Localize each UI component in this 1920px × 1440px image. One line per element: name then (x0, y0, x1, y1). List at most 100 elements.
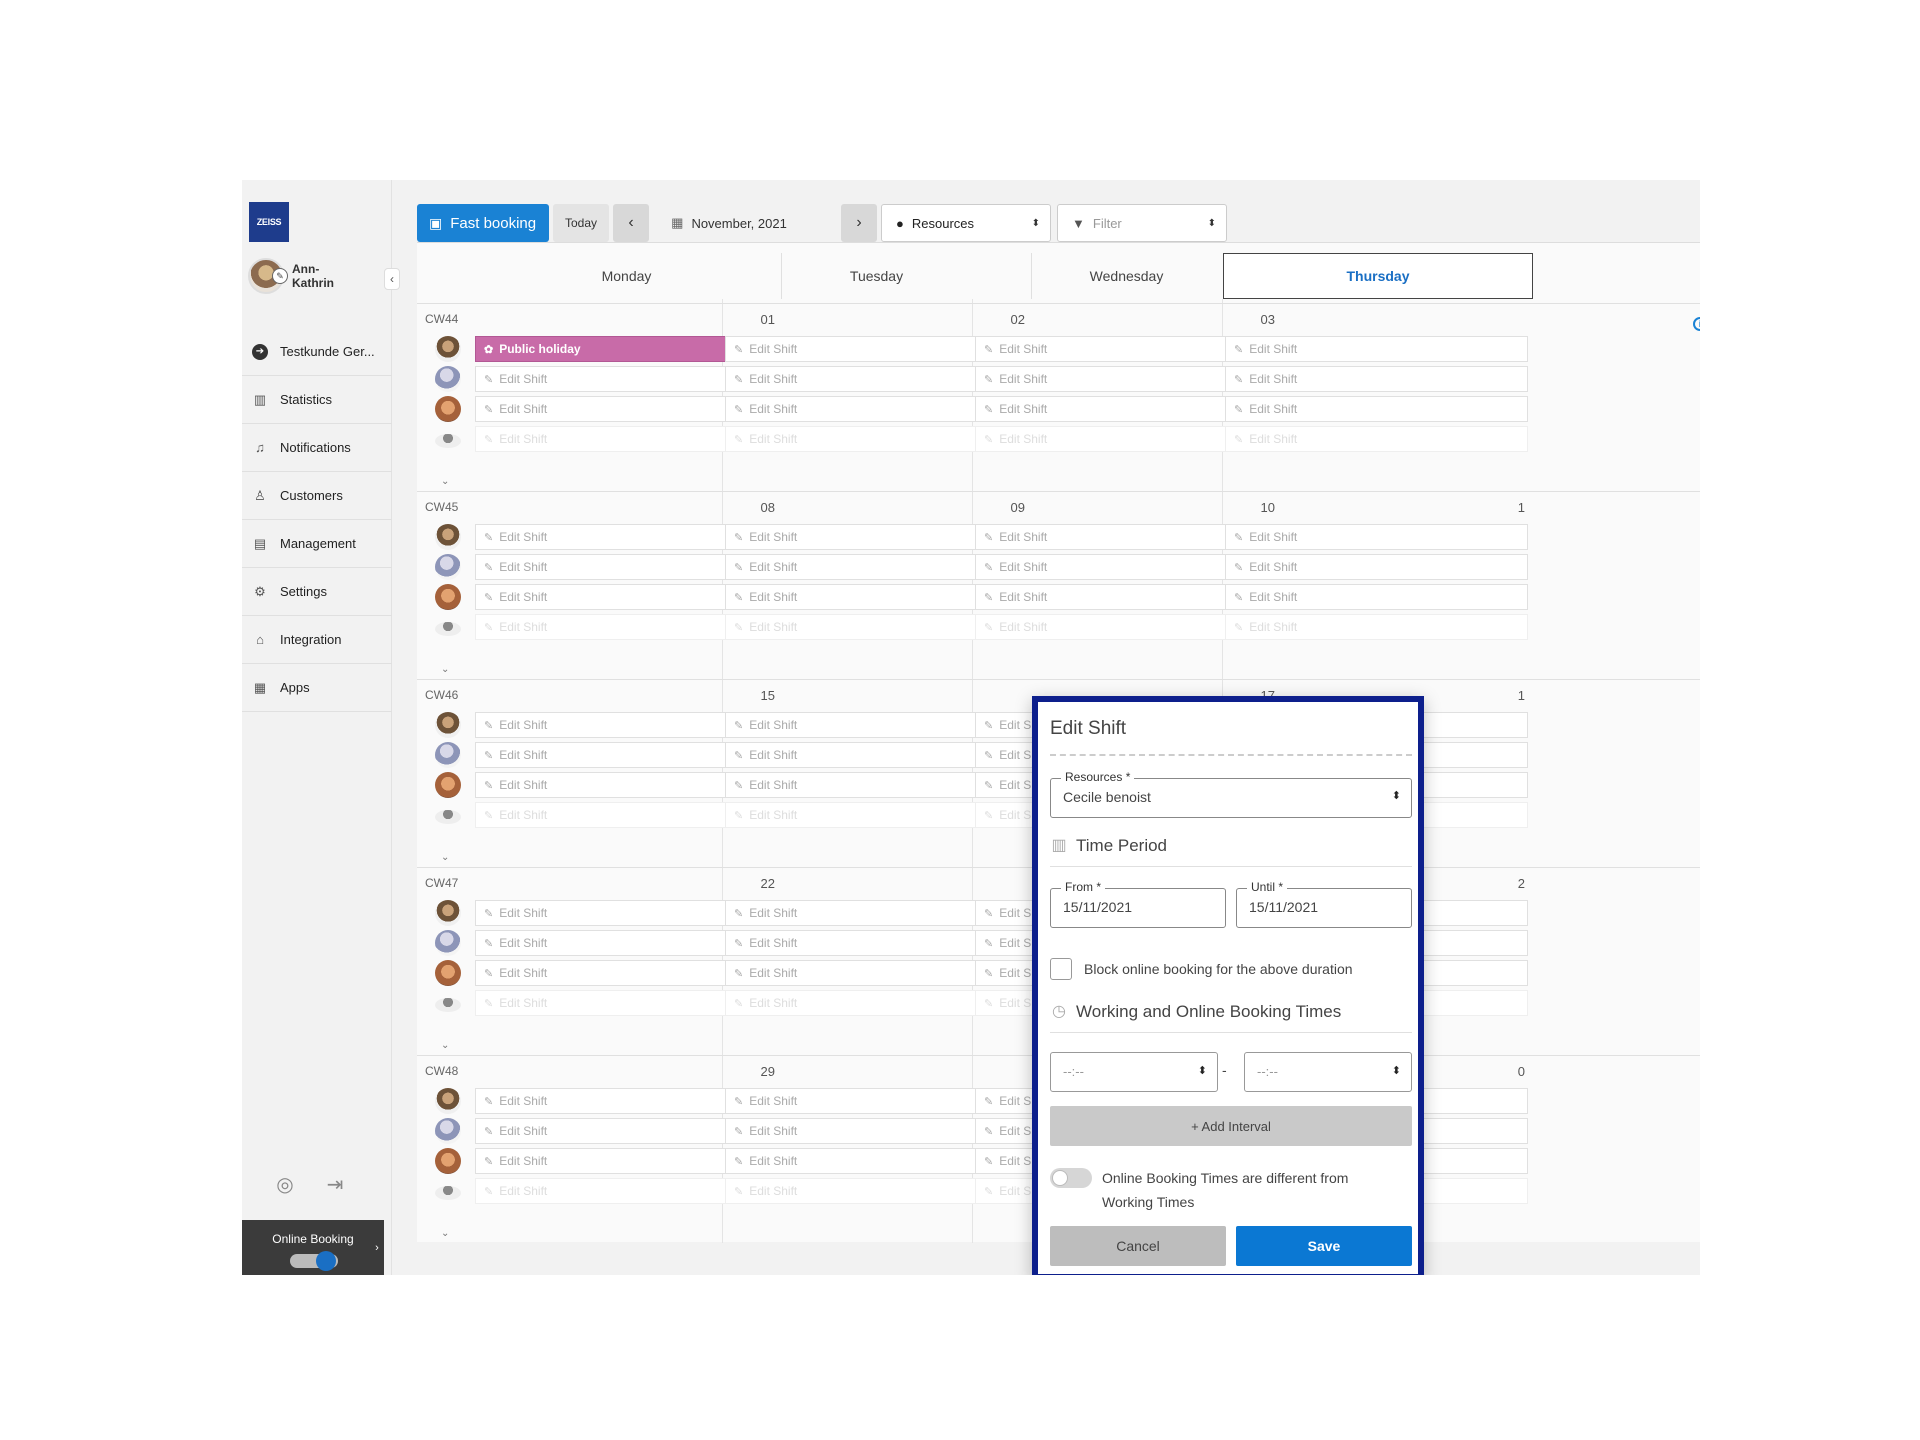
avatar-resource-4[interactable] (435, 622, 461, 636)
filter-select[interactable]: ▼ Filter ⬍ (1057, 204, 1227, 242)
help-icon[interactable]: ◎ (272, 1172, 298, 1198)
chevron-down-icon[interactable]: ⌄ (441, 476, 449, 487)
cancel-button[interactable]: Cancel (1050, 1226, 1226, 1266)
avatar-resource-1[interactable] (435, 524, 461, 550)
collapse-sidebar-button[interactable]: ‹ (384, 268, 400, 290)
sidebar-item-notifications[interactable]: ♫ Notifications (242, 424, 392, 472)
sort-caret-icon: ⬍ (1391, 1065, 1401, 1077)
avatar-resource-4[interactable] (435, 810, 461, 824)
chevron-down-icon[interactable]: ⌄ (441, 852, 449, 863)
month-label: November, 2021 (691, 215, 787, 231)
edit-icon: ✎ (1234, 561, 1244, 574)
shift-label: Edit Shift (999, 590, 1048, 604)
next-button[interactable]: › (841, 204, 877, 242)
block-online-booking-checkbox[interactable] (1050, 958, 1072, 980)
avatar-resource-3[interactable] (435, 772, 461, 798)
avatar-resource-2[interactable] (435, 742, 461, 768)
edit-shift-cell[interactable]: ✎ Edit Shift (1225, 584, 1528, 610)
calendar-week-label: CW44 (425, 312, 459, 326)
avatar-resource-1[interactable] (435, 1088, 461, 1114)
edit-shift-cell[interactable]: ✎ Edit Shift (1225, 366, 1528, 392)
edit-shift-cell[interactable]: ✎ Edit Shift (1225, 614, 1528, 640)
shift-label: Edit Shift (499, 1124, 548, 1138)
sidebar-item-customers[interactable]: ♙ Customers (242, 472, 392, 520)
sidebar-item-label: Integration (280, 632, 342, 647)
add-interval-button[interactable]: + Add Interval (1050, 1106, 1412, 1146)
shift-label: Edit Shift (499, 808, 548, 822)
prev-button[interactable]: ‹ (613, 204, 649, 242)
chevron-down-icon[interactable]: ⌄ (441, 1228, 449, 1239)
avatar-resource-3[interactable] (435, 584, 461, 610)
online-times-toggle[interactable] (1050, 1168, 1092, 1188)
avatar-resource-2[interactable] (435, 366, 461, 392)
user-profile[interactable]: ✎ Ann-Kathrin (248, 256, 388, 304)
edit-icon: ✎ (1234, 403, 1244, 416)
shift-label: Edit Shift (749, 530, 798, 544)
calendar-week-label: CW47 (425, 876, 459, 890)
toggle-knob (1052, 1170, 1068, 1186)
dialog-title: Edit Shift (1050, 718, 1127, 739)
edit-icon: ✎ (984, 1185, 994, 1198)
time-end-value: --:-- (1257, 1064, 1278, 1079)
edit-icon: ✎ (734, 937, 744, 950)
sidebar-item-settings[interactable]: ⚙ Settings (242, 568, 392, 616)
edit-icon: ✎ (734, 907, 744, 920)
time-end-select[interactable]: --:-- ⬍ (1244, 1052, 1412, 1092)
resources-select[interactable]: ● Resources ⬍ (881, 204, 1051, 242)
avatar-resource-2[interactable] (435, 554, 461, 580)
edit-shift-cell[interactable]: ✎ Edit Shift (1225, 396, 1528, 422)
month-picker[interactable]: ▦ November, 2021 (659, 204, 799, 242)
sidebar-item-statistics[interactable]: ▥ Statistics (242, 376, 392, 424)
avatar-resource-2[interactable] (435, 1118, 461, 1144)
edit-icon: ✎ (484, 967, 494, 980)
from-date-field[interactable]: From * 15/11/2021 (1050, 880, 1226, 928)
avatar-resource-2[interactable] (435, 930, 461, 956)
working-times-label: Working and Online Booking Times (1076, 1002, 1342, 1021)
shift-label: Edit Shift (499, 432, 548, 446)
time-start-select[interactable]: --:-- ⬍ (1050, 1052, 1218, 1092)
save-button[interactable]: Save (1236, 1226, 1412, 1266)
edit-icon: ✎ (734, 1155, 744, 1168)
avatar-resource-1[interactable] (435, 712, 461, 738)
avatar-resource-4[interactable] (435, 434, 461, 448)
fast-booking-button[interactable]: ▣ Fast booking (417, 204, 549, 242)
avatar-resource-3[interactable] (435, 1148, 461, 1174)
toolbar: ▣ Fast booking Today ‹ ▦ November, 2021 … (417, 204, 1700, 242)
until-date-field[interactable]: Until * 15/11/2021 (1236, 880, 1412, 928)
logout-icon[interactable]: ⇥ (322, 1172, 348, 1198)
chevron-right-icon[interactable]: › (370, 1242, 384, 1258)
avatar-resource-4[interactable] (435, 1186, 461, 1200)
edit-shift-cell[interactable]: ✎ Edit Shift (1225, 336, 1528, 362)
sidebar-item-integration[interactable]: ⌂ Integration (242, 616, 392, 664)
edit-shift-cell[interactable]: ✎ Edit Shift (1225, 426, 1528, 452)
chevron-down-icon[interactable]: ⌄ (441, 664, 449, 675)
shift-label: Edit Shift (499, 560, 548, 574)
chevron-down-icon[interactable]: ⌄ (441, 1040, 449, 1051)
shift-label: Edit Shift (999, 342, 1048, 356)
edit-profile-icon[interactable]: ✎ (272, 268, 288, 284)
time-separator: - (1222, 1062, 1227, 1078)
sidebar-item-apps[interactable]: ▦ Apps (242, 664, 392, 712)
today-button[interactable]: Today (553, 204, 609, 242)
toggle-knob (316, 1251, 336, 1271)
avatar-resource-1[interactable] (435, 900, 461, 926)
edit-shift-cell[interactable]: ✎ Edit Shift (1225, 554, 1528, 580)
time-start-value: --:-- (1063, 1064, 1084, 1079)
avatar-resource-4[interactable] (435, 998, 461, 1012)
avatar-resource-3[interactable] (435, 960, 461, 986)
shift-label: Edit Shift (499, 1094, 548, 1108)
edit-icon: ✎ (984, 561, 994, 574)
avatar-resource-3[interactable] (435, 396, 461, 422)
sidebar-item-testkunde[interactable]: ➔ Testkunde Ger... (242, 328, 392, 376)
day-header-thursday[interactable]: Thursday (1223, 253, 1533, 299)
edit-icon: ✎ (734, 621, 744, 634)
online-booking-toggle[interactable] (290, 1251, 338, 1271)
avatar-resource-1[interactable] (435, 336, 461, 362)
edit-icon: ✎ (734, 809, 744, 822)
resources-select[interactable]: Resources * Cecile benoist ⬍ (1050, 770, 1412, 818)
edit-icon: ✎ (484, 433, 494, 446)
edit-shift-cell[interactable]: ✎ Edit Shift (1225, 524, 1528, 550)
sidebar-item-management[interactable]: ▤ Management (242, 520, 392, 568)
zeiss-logo[interactable]: ZEISS (249, 202, 289, 242)
online-booking-label: Online Booking (272, 1232, 354, 1246)
